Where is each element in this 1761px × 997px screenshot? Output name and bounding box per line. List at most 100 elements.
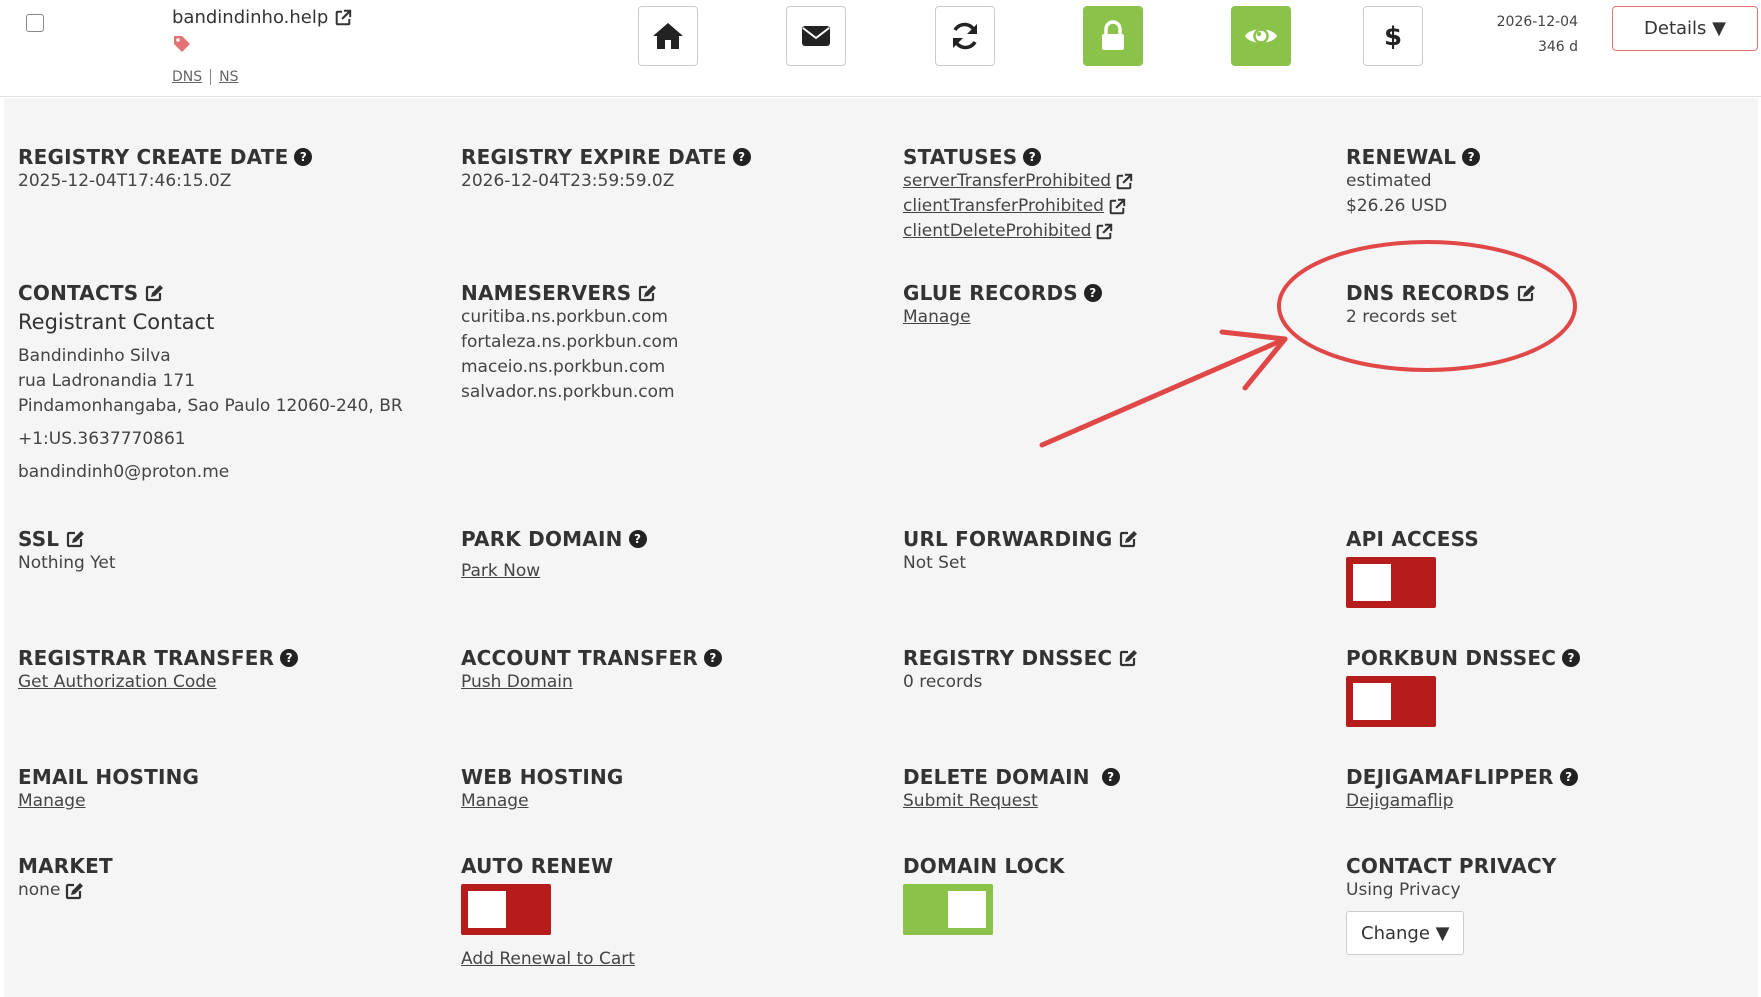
refresh-icon [953,22,977,50]
ns-link[interactable]: NS [219,69,238,85]
domain-lock-toggle[interactable] [903,884,993,935]
registry-expire-date-field: REGISTRY EXPIRE DATE ? 2026-12-04T23:59:… [461,145,881,194]
contact-city: Pindamonhangaba, Sao Paulo 12060-240, BR [18,396,403,416]
web-hosting-manage-link[interactable]: Manage [461,789,529,814]
edit-icon[interactable] [64,881,84,901]
url-forwarding-value: Not Set [903,553,967,573]
field-title: DEJIGAMAFLIPPER ? [1346,765,1761,789]
help-icon[interactable]: ? [1101,768,1120,786]
edit-icon[interactable] [1516,283,1536,303]
contact-privacy-field: CONTACT PRIVACY Using Privacy Change ▼ [1346,854,1761,955]
push-domain-link[interactable]: Push Domain [461,670,573,695]
domain-details-panel: REGISTRY CREATE DATE ? 2025-12-04T17:46:… [4,98,1758,997]
domain-name[interactable]: bandindinho.help [172,7,328,28]
field-title: REGISTRY DNSSEC [903,646,1323,670]
registrar-transfer-field: REGISTRAR TRANSFER ? Get Authorization C… [18,646,438,695]
dns-records-value: 2 records set [1346,307,1457,327]
change-privacy-button[interactable]: Change ▼ [1346,911,1465,955]
help-icon[interactable]: ? [628,530,647,548]
edit-icon[interactable] [144,283,164,303]
home-button[interactable] [638,6,698,66]
email-button[interactable] [786,6,846,66]
dns-records-field: DNS RECORDS 2 records set [1346,281,1761,330]
registry-dnssec-value: 0 records [903,672,983,692]
statuses-field: STATUSES ? serverTransferProhibited clie… [903,145,1323,244]
help-icon[interactable]: ? [732,148,751,166]
external-link-icon[interactable] [334,9,352,27]
help-icon[interactable]: ? [1083,284,1102,302]
domain-lock-field: DOMAIN LOCK [903,854,1323,935]
submit-request-link[interactable]: Submit Request [903,789,1038,814]
edit-icon[interactable] [1118,648,1138,668]
ssl-value: Nothing Yet [18,553,116,573]
field-title: MARKET [18,854,113,878]
field-title: NAMESERVERS [461,281,881,305]
refresh-button[interactable] [935,6,995,66]
url-forwarding-field: URL FORWARDING Not Set [903,527,1323,576]
status-link[interactable]: serverTransferProhibited [903,169,1133,194]
status-link[interactable]: clientDeleteProhibited [903,219,1113,244]
porkbun-dnssec-field: PORKBUN DNSSEC ? [1346,646,1761,727]
help-icon[interactable]: ? [280,649,299,667]
get-authorization-code-link[interactable]: Get Authorization Code [18,670,217,695]
email-hosting-field: EMAIL HOSTING Manage [18,765,438,814]
help-icon[interactable]: ? [704,649,723,667]
dns-link[interactable]: DNS [172,69,202,85]
email-hosting-manage-link[interactable]: Manage [18,789,86,814]
contact-email: bandindinh0@proton.me [18,462,230,482]
field-title: GLUE RECORDS ? [903,281,1323,305]
add-renewal-to-cart-link[interactable]: Add Renewal to Cart [461,947,635,972]
renewal-field: RENEWAL ? estimated $26.26 USD [1346,145,1761,219]
field-title: PORKBUN DNSSEC ? [1346,646,1761,670]
external-link-icon [1095,223,1113,241]
help-icon[interactable]: ? [1562,649,1581,667]
field-title: WEB HOSTING [461,765,624,789]
help-icon[interactable]: ? [1023,148,1042,166]
glue-records-field: GLUE RECORDS ? Manage [903,281,1323,330]
details-button[interactable]: Details ▼ [1612,6,1758,51]
field-title: API ACCESS [1346,527,1479,551]
external-link-icon [1115,173,1133,191]
divider [210,69,212,85]
days-left: 346 d [1537,39,1578,55]
expiry-date: 2026-12-04 [1496,14,1578,30]
eye-icon [1245,28,1277,44]
contact-name: Bandindinho Silva [18,346,171,366]
toggle-knob [468,891,506,928]
field-title: REGISTRAR TRANSFER ? [18,646,438,670]
dns-ns-links: DNS NS [172,69,239,85]
nameserver-item: maceio.ns.porkbun.com [461,357,666,377]
edit-icon[interactable] [65,529,85,549]
tag-icon[interactable] [172,34,192,54]
help-icon[interactable]: ? [1462,148,1481,166]
field-title: DOMAIN LOCK [903,854,1065,878]
field-title: RENEWAL ? [1346,145,1761,169]
dejigamaflip-link[interactable]: Dejigamaflip [1346,789,1453,814]
contact-heading: Registrant Contact [18,310,215,334]
field-title: ACCOUNT TRANSFER ? [461,646,881,670]
contact-street: rua Ladronandia 171 [18,371,196,391]
nameserver-item: salvador.ns.porkbun.com [461,382,675,402]
glue-records-manage-link[interactable]: Manage [903,305,971,330]
market-value-row: none [18,878,438,903]
eye-button[interactable] [1231,6,1291,66]
porkbun-dnssec-toggle[interactable] [1346,676,1436,727]
nameserver-item: curitiba.ns.porkbun.com [461,307,668,327]
edit-icon[interactable] [1118,529,1138,549]
row-checkbox[interactable] [26,14,44,32]
status-link[interactable]: clientTransferProhibited [903,194,1126,219]
lock-button[interactable] [1083,6,1143,66]
park-now-link[interactable]: Park Now [461,559,540,584]
lock-icon [1102,20,1124,50]
market-value: none [18,880,61,900]
renewal-price: $26.26 USD [1346,196,1448,216]
pricing-button[interactable]: $ [1363,6,1423,66]
auto-renew-toggle[interactable] [461,884,551,935]
field-title: STATUSES ? [903,145,1323,169]
edit-icon[interactable] [637,283,657,303]
domain-name-link[interactable]: bandindinho.help [172,7,352,28]
renewal-type: estimated [1346,171,1432,191]
api-access-toggle[interactable] [1346,557,1436,608]
help-icon[interactable]: ? [294,148,313,166]
help-icon[interactable]: ? [1559,768,1578,786]
